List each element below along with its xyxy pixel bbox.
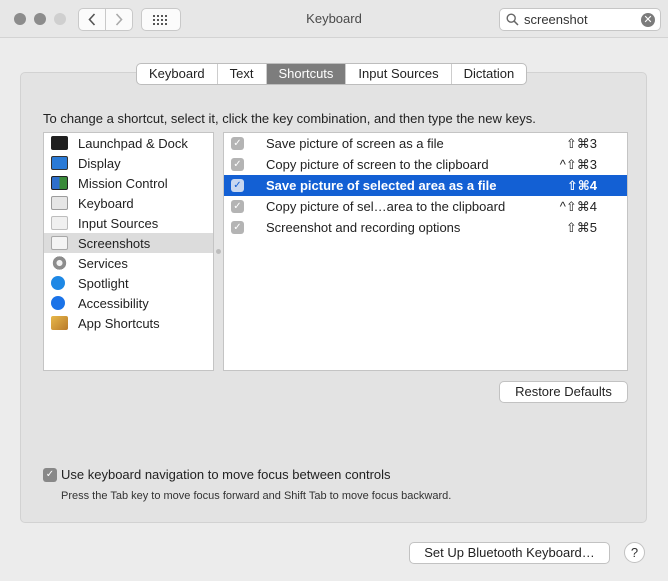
mission-control-icon xyxy=(51,176,68,190)
category-label: Input Sources xyxy=(78,215,159,231)
shortcut-checkbox[interactable]: ✓ xyxy=(231,179,244,192)
shortcut-row[interactable]: ✓ Copy picture of sel…area to the clipbo… xyxy=(224,196,627,217)
category-accessibility[interactable]: Accessibility xyxy=(44,293,213,313)
category-label: Keyboard xyxy=(78,195,134,211)
shortcut-keys[interactable]: ⇧⌘3 xyxy=(566,136,597,152)
category-label: Spotlight xyxy=(78,275,129,291)
shortcut-keys[interactable]: ^⇧⌘3 xyxy=(560,157,597,173)
search-icon xyxy=(506,13,519,26)
category-input-sources[interactable]: Input Sources xyxy=(44,213,213,233)
screenshots-icon xyxy=(51,236,68,250)
category-label: Launchpad & Dock xyxy=(78,135,188,151)
tab-input-sources[interactable]: Input Sources xyxy=(345,64,450,84)
tab-bar: Keyboard Text Shortcuts Input Sources Di… xyxy=(136,63,528,85)
tab-keyboard[interactable]: Keyboard xyxy=(137,64,217,84)
shortcut-label: Copy picture of sel…area to the clipboar… xyxy=(266,199,506,214)
keyboard-navigation-hint: Press the Tab key to move focus forward … xyxy=(61,490,452,502)
category-screenshots[interactable]: Screenshots xyxy=(44,233,213,253)
category-list: Launchpad & Dock Display Mission Control… xyxy=(43,132,214,371)
shortcut-checkbox[interactable]: ✓ xyxy=(231,137,244,150)
search-field[interactable]: screenshot ✕ xyxy=(499,8,661,31)
tab-dictation[interactable]: Dictation xyxy=(450,64,527,84)
shortcut-label: Copy picture of screen to the clipboard xyxy=(266,157,489,172)
category-mission-control[interactable]: Mission Control xyxy=(44,173,213,193)
shortcut-row[interactable]: ✓ Screenshot and recording options ⇧⌘5 xyxy=(224,217,627,238)
keyboard-navigation-checkbox[interactable]: ✓ xyxy=(43,468,57,482)
app-shortcuts-icon xyxy=(51,316,68,330)
shortcut-row-selected[interactable]: ✓ Save picture of selected area as a fil… xyxy=(224,175,627,196)
accessibility-icon xyxy=(51,296,65,310)
shortcut-label: Screenshot and recording options xyxy=(266,220,461,235)
shortcut-checkbox[interactable]: ✓ xyxy=(231,158,244,171)
category-label: Screenshots xyxy=(78,235,151,251)
shortcut-checkbox[interactable]: ✓ xyxy=(231,221,244,234)
shortcut-label: Save picture of selected area as a file xyxy=(266,178,497,193)
help-button[interactable]: ? xyxy=(624,542,645,563)
category-keyboard[interactable]: Keyboard xyxy=(44,193,213,213)
category-display[interactable]: Display xyxy=(44,153,213,173)
keyboard-navigation-label[interactable]: Use keyboard navigation to move focus be… xyxy=(61,467,391,482)
shortcut-keys[interactable]: ^⇧⌘4 xyxy=(560,199,597,215)
search-input[interactable]: screenshot xyxy=(524,12,588,27)
category-services[interactable]: Services xyxy=(44,253,213,273)
tab-shortcuts[interactable]: Shortcuts xyxy=(265,64,346,84)
category-app-shortcuts[interactable]: App Shortcuts xyxy=(44,313,213,333)
category-label: Mission Control xyxy=(78,175,168,191)
title-bar: Keyboard screenshot ✕ xyxy=(0,0,668,38)
shortcut-label: Save picture of screen as a file xyxy=(266,136,444,151)
category-spotlight[interactable]: Spotlight xyxy=(44,273,213,293)
category-label: App Shortcuts xyxy=(78,315,160,331)
shortcut-row[interactable]: ✓ Copy picture of screen to the clipboar… xyxy=(224,154,627,175)
clear-search-icon[interactable]: ✕ xyxy=(641,13,655,27)
category-label: Display xyxy=(78,155,121,171)
keyboard-icon xyxy=(51,196,68,210)
split-view-handle[interactable] xyxy=(216,249,221,254)
input-sources-icon xyxy=(51,216,68,230)
shortcut-list: ✓ Save picture of screen as a file ⇧⌘3 ✓… xyxy=(223,132,628,371)
instruction-text: To change a shortcut, select it, click t… xyxy=(43,111,536,126)
tab-text[interactable]: Text xyxy=(216,64,266,84)
services-gear-icon xyxy=(51,256,68,270)
category-label: Services xyxy=(78,255,128,271)
restore-defaults-button[interactable]: Restore Defaults xyxy=(499,381,628,403)
category-label: Accessibility xyxy=(78,295,149,311)
display-icon xyxy=(51,156,68,170)
spotlight-icon xyxy=(51,276,65,290)
shortcut-row[interactable]: ✓ Save picture of screen as a file ⇧⌘3 xyxy=(224,133,627,154)
category-launchpad-dock[interactable]: Launchpad & Dock xyxy=(44,133,213,153)
shortcut-keys[interactable]: ⇧⌘4 xyxy=(567,178,597,194)
shortcut-checkbox[interactable]: ✓ xyxy=(231,200,244,213)
shortcut-keys[interactable]: ⇧⌘5 xyxy=(566,220,597,236)
launchpad-icon xyxy=(51,136,68,150)
setup-bluetooth-keyboard-button[interactable]: Set Up Bluetooth Keyboard… xyxy=(409,542,610,564)
